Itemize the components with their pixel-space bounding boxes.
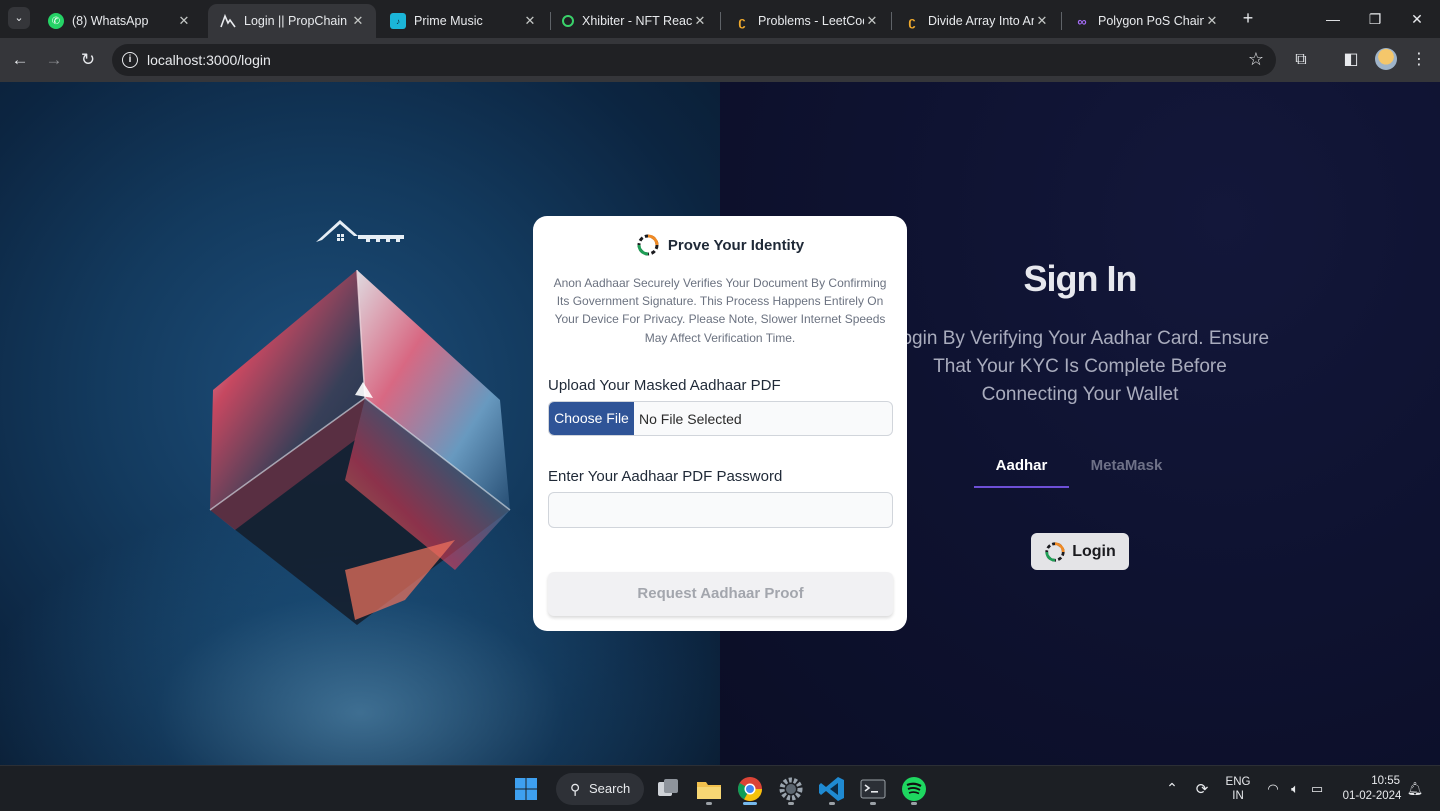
- task-view-icon[interactable]: [653, 774, 683, 804]
- sync-icon[interactable]: ⟳: [1190, 766, 1214, 811]
- tab-title: Login || PropChain: [244, 14, 348, 28]
- tab-title: (8) WhatsApp: [72, 14, 149, 28]
- running-indicator: [788, 802, 794, 805]
- forward-icon[interactable]: →: [42, 48, 66, 72]
- running-indicator: [911, 802, 917, 805]
- tab-separator: [720, 12, 721, 30]
- close-tab-icon[interactable]: ✕: [522, 13, 538, 29]
- running-indicator: [706, 802, 712, 805]
- address-bar[interactable]: i localhost:3000/login ☆: [112, 44, 1276, 76]
- file-explorer-icon[interactable]: [694, 774, 724, 804]
- tab-polygon[interactable]: ∞ Polygon PoS Chain Te ✕: [1062, 4, 1230, 38]
- signin-description: Login By Verifying Your Aadhar Card. Ens…: [890, 328, 1270, 405]
- pdf-file-input[interactable]: Choose File No File Selected: [548, 401, 893, 436]
- login-method-tabs: Aadhar MetaMask: [974, 452, 1194, 488]
- close-window-icon[interactable]: ✕: [1394, 6, 1440, 32]
- browser-tab-bar: ⌄ ✆ (8) WhatsApp ✕ Login || PropChain ✕ …: [0, 0, 1440, 38]
- prime-music-icon: ♪: [390, 13, 406, 29]
- pdf-password-input[interactable]: [548, 492, 893, 528]
- restore-icon[interactable]: ❐: [1352, 6, 1398, 32]
- tab-title: Polygon PoS Chain Te: [1098, 14, 1204, 28]
- login-button-label: Login: [1072, 542, 1116, 560]
- anon-aadhaar-icon: [637, 234, 659, 256]
- propchain-icon: [220, 13, 236, 29]
- spotify-icon[interactable]: [899, 774, 929, 804]
- tab-title: Problems - LeetCode: [758, 14, 864, 28]
- tab-title: Xhibiter - NFT React: [582, 14, 692, 28]
- clock[interactable]: 10:55 01-02-2024: [1336, 766, 1408, 811]
- input-language[interactable]: ENG IN: [1222, 766, 1254, 811]
- new-tab-button[interactable]: +: [1238, 8, 1258, 28]
- close-tab-icon[interactable]: ✕: [692, 13, 708, 29]
- prove-identity-modal: Prove Your Identity Anon Aadhaar Securel…: [533, 216, 907, 631]
- bookmark-star-icon[interactable]: ☆: [1248, 49, 1264, 70]
- active-indicator: [743, 802, 757, 805]
- tab-leetcode-divide-array[interactable]: ʗ Divide Array Into Arr ✕: [892, 4, 1060, 38]
- taskbar-search-label: Search: [589, 781, 631, 796]
- tab-prime-music[interactable]: ♪ Prime Music ✕: [378, 4, 548, 38]
- windows-taskbar: ⚲ Search ⌃ ⟳ ENG IN ◠ 🔈︎ ▭ 10:55 01-02-2…: [0, 765, 1440, 810]
- modal-header: Prove Your Identity: [533, 232, 907, 258]
- windows-start-icon[interactable]: [511, 774, 541, 804]
- whatsapp-icon: ✆: [48, 13, 64, 29]
- xhibiter-icon: [562, 15, 574, 27]
- running-indicator: [829, 802, 835, 805]
- page-content: Sign In Login By Verifying Your Aadhar C…: [0, 82, 1440, 765]
- vscode-icon[interactable]: [817, 774, 847, 804]
- close-tab-icon[interactable]: ✕: [1034, 13, 1050, 29]
- reload-icon[interactable]: ↻: [76, 48, 100, 72]
- taskbar-search[interactable]: ⚲ Search: [556, 773, 644, 805]
- clock-date: 01-02-2024: [1342, 789, 1402, 802]
- extensions-icon[interactable]: ⧉: [1289, 48, 1313, 72]
- settings-gear-icon[interactable]: [776, 774, 806, 804]
- profile-avatar[interactable]: [1375, 48, 1397, 70]
- file-status-text: No File Selected: [639, 411, 742, 427]
- battery-icon[interactable]: ▭: [1306, 766, 1328, 811]
- language-region: IN: [1232, 789, 1244, 802]
- close-tab-icon[interactable]: ✕: [350, 13, 366, 29]
- back-icon[interactable]: ←: [8, 48, 32, 72]
- anon-aadhaar-icon: [1045, 541, 1065, 562]
- close-tab-icon[interactable]: ✕: [864, 13, 880, 29]
- close-tab-icon[interactable]: ✕: [1204, 13, 1220, 29]
- leetcode-icon: ʗ: [908, 13, 916, 29]
- tab-xhibiter[interactable]: Xhibiter - NFT React ✕: [550, 4, 718, 38]
- browser-toolbar: ← → ↻ i localhost:3000/login ☆ ⧉ ◧ ⋮: [0, 38, 1440, 82]
- tab-search-button[interactable]: ⌄: [8, 7, 30, 29]
- aadhaar-login-button[interactable]: Login: [1031, 533, 1129, 570]
- side-panel-icon[interactable]: ◧: [1339, 48, 1363, 72]
- modal-title: Prove Your Identity: [667, 236, 805, 254]
- notification-bell-icon[interactable]: 🔔︎: [1404, 766, 1426, 811]
- upload-label: Upload Your Masked Aadhaar PDF: [548, 377, 781, 394]
- tab-aadhar[interactable]: Aadhar: [974, 452, 1069, 488]
- tab-title: Divide Array Into Arr: [928, 14, 1034, 28]
- tab-whatsapp[interactable]: ✆ (8) WhatsApp ✕: [36, 4, 202, 38]
- leetcode-icon: ʗ: [738, 13, 746, 29]
- tab-metamask[interactable]: MetaMask: [1079, 452, 1174, 488]
- menu-kebab-icon[interactable]: ⋮: [1407, 48, 1431, 72]
- polygon-icon: ∞: [1077, 13, 1087, 29]
- minimize-icon[interactable]: —: [1310, 6, 1356, 32]
- show-hidden-icons-chevron-icon[interactable]: ⌃: [1160, 766, 1184, 811]
- search-icon: ⚲: [570, 781, 581, 797]
- tab-leetcode-problems[interactable]: ʗ Problems - LeetCode ✕: [722, 4, 890, 38]
- terminal-icon[interactable]: [858, 774, 888, 804]
- glass-cube-image: [209, 270, 511, 625]
- url-text[interactable]: localhost:3000/login: [147, 52, 271, 68]
- wifi-icon[interactable]: ◠: [1262, 766, 1284, 811]
- chrome-icon[interactable]: [735, 774, 765, 804]
- language-code: ENG: [1225, 775, 1251, 788]
- password-label: Enter Your Aadhaar PDF Password: [548, 468, 783, 485]
- running-indicator: [870, 802, 876, 805]
- tab-propchain[interactable]: Login || PropChain ✕: [208, 4, 376, 38]
- request-aadhaar-proof-button[interactable]: Request Aadhaar Proof: [548, 572, 893, 616]
- modal-description: Anon Aadhaar Securely Verifies Your Docu…: [553, 276, 887, 345]
- volume-icon[interactable]: 🔈︎: [1284, 766, 1306, 811]
- choose-file-button[interactable]: Choose File: [549, 402, 634, 435]
- clock-time: 10:55: [1371, 774, 1400, 787]
- close-tab-icon[interactable]: ✕: [176, 13, 192, 29]
- site-info-icon[interactable]: i: [122, 52, 138, 68]
- propchain-logo-icon: [316, 220, 404, 242]
- tab-title: Prime Music: [414, 14, 483, 28]
